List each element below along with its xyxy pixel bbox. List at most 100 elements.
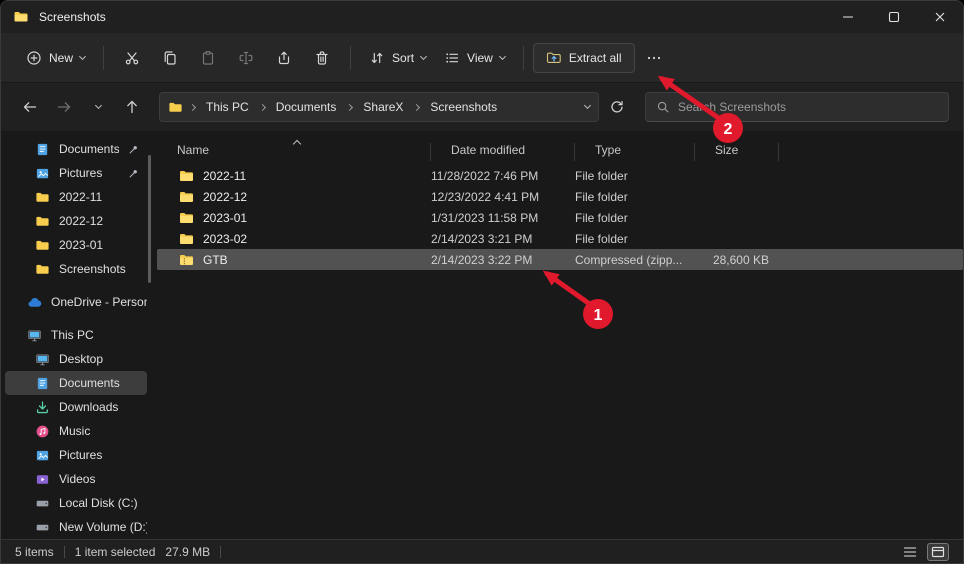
file-date: 12/23/2022 4:41 PM bbox=[431, 189, 540, 204]
file-size: 28,600 KB bbox=[712, 252, 769, 267]
sidebar-item-screenshots[interactable]: Screenshots bbox=[5, 257, 147, 281]
breadcrumb-screenshots[interactable]: Screenshots bbox=[426, 97, 501, 117]
file-type: File folder bbox=[575, 210, 628, 225]
sidebar-item-label: Desktop bbox=[59, 352, 104, 366]
paste-button[interactable] bbox=[189, 42, 227, 74]
sidebar-item-2023-01[interactable]: 2023-01 bbox=[5, 233, 147, 257]
file-name: 2022-11 bbox=[203, 168, 247, 183]
sidebar-item-onedrive[interactable]: OneDrive - Personal bbox=[5, 290, 147, 314]
sidebar-item-downloads[interactable]: Downloads bbox=[5, 395, 147, 419]
delete-button[interactable] bbox=[303, 42, 341, 74]
extract-all-button[interactable]: Extract all bbox=[532, 42, 635, 73]
close-button[interactable] bbox=[917, 1, 963, 33]
copy-icon bbox=[162, 50, 178, 66]
view-button-label: View bbox=[467, 50, 493, 65]
onedrive-cloud-icon bbox=[27, 295, 42, 310]
sidebar-item-label: Music bbox=[59, 424, 91, 438]
share-button[interactable] bbox=[265, 42, 303, 74]
extract-all-label: Extract all bbox=[568, 50, 622, 65]
recent-locations-button[interactable] bbox=[83, 92, 113, 122]
address-bar: This PC Documents ShareX Screenshots bbox=[1, 83, 963, 131]
sort-button[interactable]: Sort bbox=[360, 43, 435, 73]
details-view-toggle[interactable] bbox=[899, 543, 921, 561]
file-type: Compressed (zipp... bbox=[575, 252, 683, 267]
breadcrumb[interactable]: This PC Documents ShareX Screenshots bbox=[159, 92, 599, 122]
sidebar-item-2022-11[interactable]: 2022-11 bbox=[5, 185, 147, 209]
chevron-right-icon bbox=[188, 103, 197, 111]
sidebar-item-documents[interactable]: Documents bbox=[5, 371, 147, 395]
file-explorer-window: Screenshots New Sort View Extract all Th… bbox=[0, 0, 964, 564]
paste-icon bbox=[200, 50, 216, 66]
sidebar-item-desktop[interactable]: Desktop bbox=[5, 347, 147, 371]
column-header-type[interactable]: Type bbox=[575, 143, 695, 161]
cut-button[interactable] bbox=[113, 42, 151, 74]
scissors-icon bbox=[124, 50, 140, 66]
hard-drive-icon bbox=[35, 520, 50, 535]
sidebar-item-documents-quick[interactable]: Documents bbox=[5, 137, 147, 161]
file-type: File folder bbox=[575, 168, 628, 183]
view-icon bbox=[444, 50, 460, 66]
toolbar-separator bbox=[103, 45, 105, 70]
column-header-size[interactable]: Size bbox=[695, 143, 779, 161]
search-icon bbox=[656, 100, 670, 114]
file-date: 11/28/2022 7:46 PM bbox=[431, 168, 539, 183]
pin-icon bbox=[128, 168, 139, 179]
table-row-selected-gtb[interactable]: GTB 2/14/2023 3:22 PM Compressed (zipp..… bbox=[157, 249, 963, 270]
pictures-icon bbox=[35, 448, 50, 463]
chevron-right-icon bbox=[258, 103, 266, 111]
new-button-label: New bbox=[49, 50, 74, 65]
forward-button[interactable] bbox=[49, 92, 79, 122]
new-button[interactable]: New bbox=[17, 43, 94, 73]
titlebar: Screenshots bbox=[1, 1, 963, 33]
selection-size: 27.9 MB bbox=[165, 544, 211, 559]
toolbar-separator bbox=[350, 45, 352, 70]
file-name: 2023-02 bbox=[203, 231, 248, 246]
breadcrumb-sharex[interactable]: ShareX bbox=[359, 97, 407, 117]
sort-ascending-icon bbox=[292, 139, 301, 149]
sidebar-item-music[interactable]: Music bbox=[5, 419, 147, 443]
table-row[interactable]: 2022-11 11/28/2022 7:46 PM File folder bbox=[157, 165, 963, 186]
rename-button[interactable] bbox=[227, 42, 265, 74]
column-header-date-modified[interactable]: Date modified bbox=[431, 143, 575, 161]
file-date: 2/14/2023 3:22 PM bbox=[431, 252, 533, 267]
chevron-right-icon bbox=[413, 103, 421, 111]
back-button[interactable] bbox=[15, 92, 45, 122]
view-button[interactable]: View bbox=[435, 43, 514, 73]
minimize-button[interactable] bbox=[825, 1, 871, 33]
breadcrumb-this-pc[interactable]: This PC bbox=[202, 97, 253, 117]
file-list: Name Date modified Type Size 2022-11 11/… bbox=[151, 131, 963, 539]
address-dropdown-chevron-icon[interactable] bbox=[583, 101, 592, 110]
up-button[interactable] bbox=[117, 92, 147, 122]
search-box[interactable] bbox=[645, 92, 949, 122]
sidebar-item-pictures[interactable]: Pictures bbox=[5, 443, 147, 467]
chevron-down-icon bbox=[419, 52, 428, 60]
maximize-button[interactable] bbox=[871, 1, 917, 33]
breadcrumb-documents[interactable]: Documents bbox=[272, 97, 341, 117]
folder-icon bbox=[179, 190, 195, 204]
chevron-right-icon bbox=[346, 103, 354, 111]
column-header-name[interactable]: Name bbox=[157, 139, 431, 161]
sidebar-item-pictures-quick[interactable]: Pictures bbox=[5, 161, 147, 185]
thumbnail-view-toggle[interactable] bbox=[927, 542, 949, 561]
see-more-button[interactable] bbox=[635, 42, 673, 74]
videos-icon bbox=[35, 472, 50, 487]
table-row[interactable]: 2023-01 1/31/2023 11:58 PM File folder bbox=[157, 207, 963, 228]
table-row[interactable]: 2022-12 12/23/2022 4:41 PM File folder bbox=[157, 186, 963, 207]
folder-icon bbox=[35, 238, 50, 253]
sidebar-item-2022-12[interactable]: 2022-12 bbox=[5, 209, 147, 233]
copy-button[interactable] bbox=[151, 42, 189, 74]
chevron-down-icon bbox=[94, 101, 102, 110]
sidebar-item-this-pc[interactable]: This PC bbox=[5, 323, 147, 347]
sidebar-item-label: Pictures bbox=[59, 448, 103, 462]
folder-icon bbox=[13, 9, 29, 25]
zip-folder-icon bbox=[179, 253, 195, 267]
sidebar-item-new-volume-d[interactable]: New Volume (D:) bbox=[5, 515, 147, 539]
documents-icon bbox=[35, 376, 50, 391]
sidebar-item-local-disk-c[interactable]: Local Disk (C:) bbox=[5, 491, 147, 515]
hard-drive-icon bbox=[35, 496, 50, 511]
sidebar-item-videos[interactable]: Videos bbox=[5, 467, 147, 491]
refresh-button[interactable] bbox=[603, 93, 631, 121]
extract-folder-icon bbox=[546, 50, 562, 66]
table-row[interactable]: 2023-02 2/14/2023 3:21 PM File folder bbox=[157, 228, 963, 249]
search-input[interactable] bbox=[678, 100, 938, 114]
